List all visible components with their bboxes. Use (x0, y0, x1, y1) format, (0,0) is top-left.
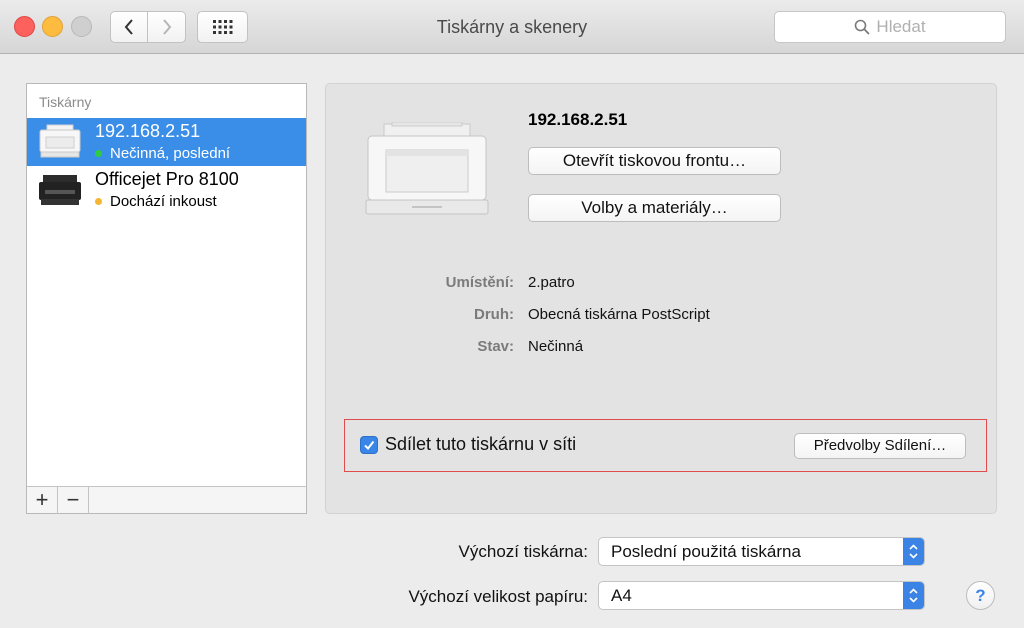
kind-value: Obecná tiskárna PostScript (528, 306, 710, 323)
default-printer-select[interactable]: Poslední použitá tiskárna (598, 537, 925, 566)
inkjet-printer-icon (39, 175, 81, 205)
kind-label: Druh: (474, 306, 514, 323)
selected-printer-name: 192.168.2.51 (528, 110, 628, 129)
printer-list-header: Tiskárny (39, 94, 92, 110)
printer-list: Tiskárny 192.168.2.51 Nečinná, poslední … (26, 83, 307, 514)
help-button[interactable]: ? (966, 581, 995, 610)
printer-status-text: Nečinná, poslední (110, 145, 231, 162)
paper-size-label: Výchozí velikost papíru: (408, 587, 588, 606)
add-printer-button[interactable]: + (27, 487, 58, 514)
remove-printer-button[interactable]: − (58, 487, 89, 514)
printer-icon (365, 122, 489, 215)
printer-status-text: Dochází inkoust (110, 193, 217, 210)
up-down-arrows-icon (903, 582, 924, 609)
status-dot-icon (95, 198, 102, 205)
paper-size-select[interactable]: A4 (598, 581, 925, 610)
sharing-preferences-button[interactable]: Předvolby Sdílení… (794, 433, 966, 459)
printer-detail-panel: 192.168.2.51 Otevřít tiskovou frontu… Vo… (325, 83, 997, 514)
share-highlight-box: Sdílet tuto tiskárnu v síti Předvolby Sd… (344, 419, 987, 472)
status-value: Nečinná (528, 338, 584, 355)
share-printer-label[interactable]: Sdílet tuto tiskárnu v síti (385, 434, 576, 455)
default-printer-value: Poslední použitá tiskárna (611, 542, 801, 561)
search-input[interactable]: Hledat (774, 11, 1006, 43)
share-printer-checkbox[interactable] (360, 436, 378, 454)
status-dot-icon (95, 150, 102, 157)
open-print-queue-button[interactable]: Otevřít tiskovou frontu… (528, 147, 781, 175)
search-icon (855, 19, 871, 35)
printer-list-item[interactable]: Officejet Pro 8100 Dochází inkoust (27, 166, 306, 214)
search-placeholder: Hledat (876, 17, 926, 36)
paper-size-value: A4 (611, 586, 632, 605)
up-down-arrows-icon (903, 538, 924, 565)
laser-printer-icon (39, 124, 81, 158)
printer-name: Officejet Pro 8100 (95, 169, 239, 189)
location-label: Umístění: (445, 274, 514, 291)
location-value: 2.patro (528, 274, 575, 291)
status-label: Stav: (477, 338, 514, 355)
printer-name: 192.168.2.51 (95, 121, 201, 141)
printer-status: Nečinná, poslední (95, 145, 230, 162)
printer-list-item[interactable]: 192.168.2.51 Nečinná, poslední (27, 118, 306, 166)
checkmark-icon (364, 440, 375, 451)
list-footer: + − (27, 486, 306, 514)
printer-status: Dochází inkoust (95, 193, 217, 210)
options-supplies-button[interactable]: Volby a materiály… (528, 194, 781, 222)
default-printer-label: Výchozí tiskárna: (458, 542, 588, 561)
toolbar: Tiskárny a skenery Hledat (0, 0, 1024, 54)
